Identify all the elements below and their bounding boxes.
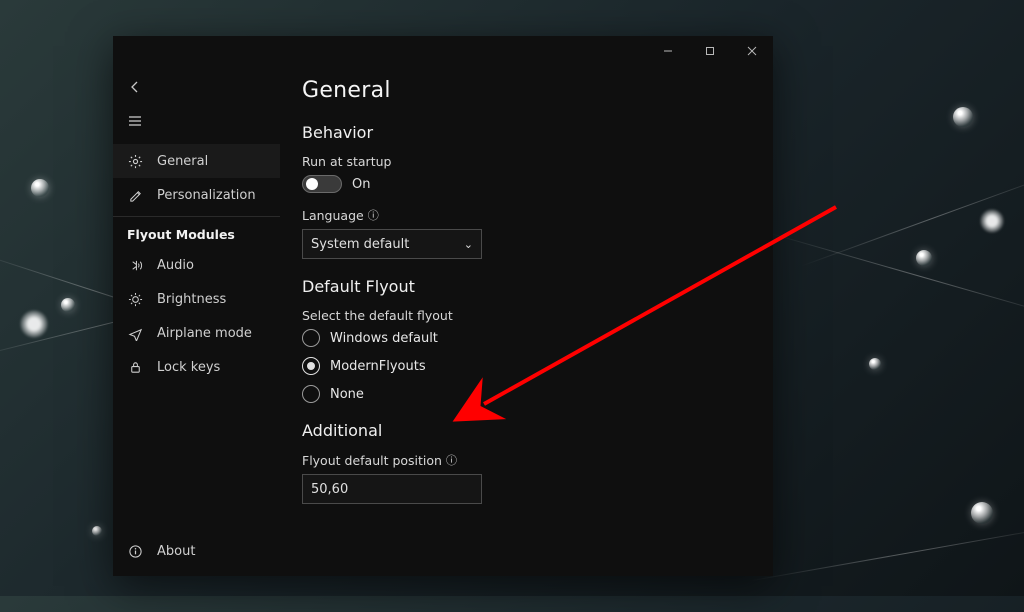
info-icon[interactable]: ⓘ — [368, 207, 379, 223]
sidebar-item-lockkeys[interactable]: Lock keys — [113, 350, 280, 384]
input-flyout-position[interactable]: 50,60 — [302, 474, 482, 504]
sidebar-item-personalization[interactable]: Personalization — [113, 178, 280, 212]
sidebar-item-label: Airplane mode — [157, 326, 252, 341]
label-run-at-startup: Run at startup — [302, 154, 753, 169]
combo-language[interactable]: System default ⌄ — [302, 229, 482, 259]
info-icon[interactable]: ⓘ — [446, 452, 457, 468]
sun-icon — [127, 292, 143, 307]
section-title-default-flyout: Default Flyout — [302, 277, 753, 296]
lock-icon — [127, 360, 143, 375]
nav-header-modules: Flyout Modules — [113, 227, 280, 248]
close-button[interactable] — [731, 36, 773, 66]
sidebar-item-about[interactable]: About — [113, 534, 280, 568]
sidebar-item-brightness[interactable]: Brightness — [113, 282, 280, 316]
radio-none[interactable]: None — [302, 385, 753, 403]
minimize-button[interactable] — [647, 36, 689, 66]
radio-group-default-flyout: Windows default ModernFlyouts None — [302, 329, 753, 403]
titlebar[interactable] — [113, 36, 773, 66]
sidebar-item-label: About — [157, 544, 195, 559]
sidebar-item-label: Personalization — [157, 188, 256, 203]
settings-window: General Personalization Flyout Modules A… — [113, 36, 773, 576]
input-value: 50,60 — [311, 482, 348, 497]
hamburger-button[interactable] — [113, 104, 280, 138]
chevron-down-icon: ⌄ — [464, 238, 473, 251]
nav-divider — [113, 216, 280, 217]
sidebar-item-label: General — [157, 154, 208, 169]
content-panel: General Behavior Run at startup On Langu… — [280, 66, 773, 576]
label-language: Language ⓘ — [302, 207, 753, 223]
gear-icon — [127, 154, 143, 169]
label-select-default-flyout: Select the default flyout — [302, 308, 753, 323]
sidebar-item-airplane[interactable]: Airplane mode — [113, 316, 280, 350]
sidebar-item-label: Lock keys — [157, 360, 220, 375]
radio-modernflyouts[interactable]: ModernFlyouts — [302, 357, 753, 375]
audio-icon — [127, 258, 143, 273]
sidebar-item-label: Brightness — [157, 292, 226, 307]
sidebar: General Personalization Flyout Modules A… — [113, 66, 280, 576]
maximize-button[interactable] — [689, 36, 731, 66]
info-icon — [127, 544, 143, 559]
radio-label: ModernFlyouts — [330, 359, 426, 374]
back-button[interactable] — [113, 70, 280, 104]
radio-label: None — [330, 387, 364, 402]
section-title-behavior: Behavior — [302, 123, 753, 142]
combo-value: System default — [311, 237, 409, 252]
radio-windows-default[interactable]: Windows default — [302, 329, 753, 347]
radio-label: Windows default — [330, 331, 438, 346]
toggle-run-at-startup[interactable] — [302, 175, 342, 193]
sidebar-item-label: Audio — [157, 258, 194, 273]
sidebar-item-general[interactable]: General — [113, 144, 280, 178]
airplane-icon — [127, 326, 143, 341]
brush-icon — [127, 188, 143, 203]
toggle-state-text: On — [352, 177, 370, 192]
page-title: General — [302, 78, 753, 103]
sidebar-item-audio[interactable]: Audio — [113, 248, 280, 282]
section-title-additional: Additional — [302, 421, 753, 440]
label-flyout-position: Flyout default position ⓘ — [302, 452, 753, 468]
